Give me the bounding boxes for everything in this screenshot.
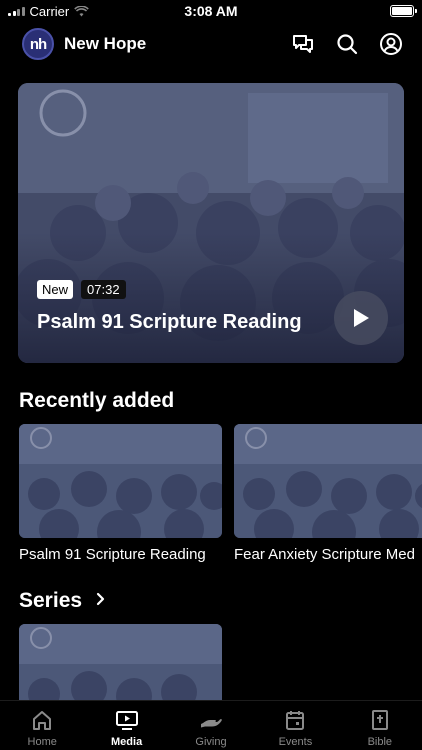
battery-icon: [390, 5, 417, 17]
tab-bible[interactable]: Bible: [338, 701, 422, 750]
recent-video-card-1[interactable]: [19, 424, 222, 538]
recent-video-card-2[interactable]: [234, 424, 422, 538]
featured-video-title: Psalm 91 Scripture Reading: [37, 311, 302, 333]
chat-icon[interactable]: [290, 31, 316, 57]
bible-icon: [368, 708, 392, 732]
app-header: nh New Hope: [0, 26, 422, 62]
featured-video-card[interactable]: New 07:32 Psalm 91 Scripture Reading: [18, 83, 404, 363]
giving-icon: [199, 708, 223, 732]
video-thumbnail: [19, 424, 222, 538]
recent-video-title-2[interactable]: Fear Anxiety Scripture Med: [234, 546, 422, 563]
series-heading[interactable]: Series: [19, 589, 82, 613]
wifi-icon: [74, 5, 89, 16]
play-button[interactable]: [334, 291, 388, 345]
calendar-icon: [283, 708, 307, 732]
tab-giving[interactable]: Giving: [169, 701, 253, 750]
recent-video-title-1[interactable]: Psalm 91 Scripture Reading: [19, 546, 222, 563]
series-thumbnail: [19, 624, 222, 700]
app-title: New Hope: [64, 34, 147, 53]
duration-badge: 07:32: [81, 280, 126, 299]
tab-events[interactable]: Events: [253, 701, 337, 750]
series-card-1[interactable]: [19, 624, 222, 700]
tab-media[interactable]: Media: [84, 701, 168, 750]
carrier-label: Carrier: [29, 3, 70, 19]
signal-icon: [8, 6, 25, 16]
search-icon[interactable]: [334, 31, 360, 57]
play-icon: [354, 309, 369, 327]
status-bar: Carrier 3:08 AM: [0, 0, 422, 22]
app-logo: nh: [22, 28, 54, 60]
recently-added-heading: Recently added: [19, 389, 175, 412]
tab-bar: Home Media Giving Events Bible: [0, 700, 422, 750]
home-icon: [30, 708, 54, 732]
media-icon: [115, 708, 139, 732]
video-thumbnail: [234, 424, 422, 538]
new-badge: New: [37, 280, 74, 299]
chevron-right-icon[interactable]: [95, 590, 107, 613]
profile-icon[interactable]: [378, 31, 404, 57]
tab-home[interactable]: Home: [0, 701, 84, 750]
